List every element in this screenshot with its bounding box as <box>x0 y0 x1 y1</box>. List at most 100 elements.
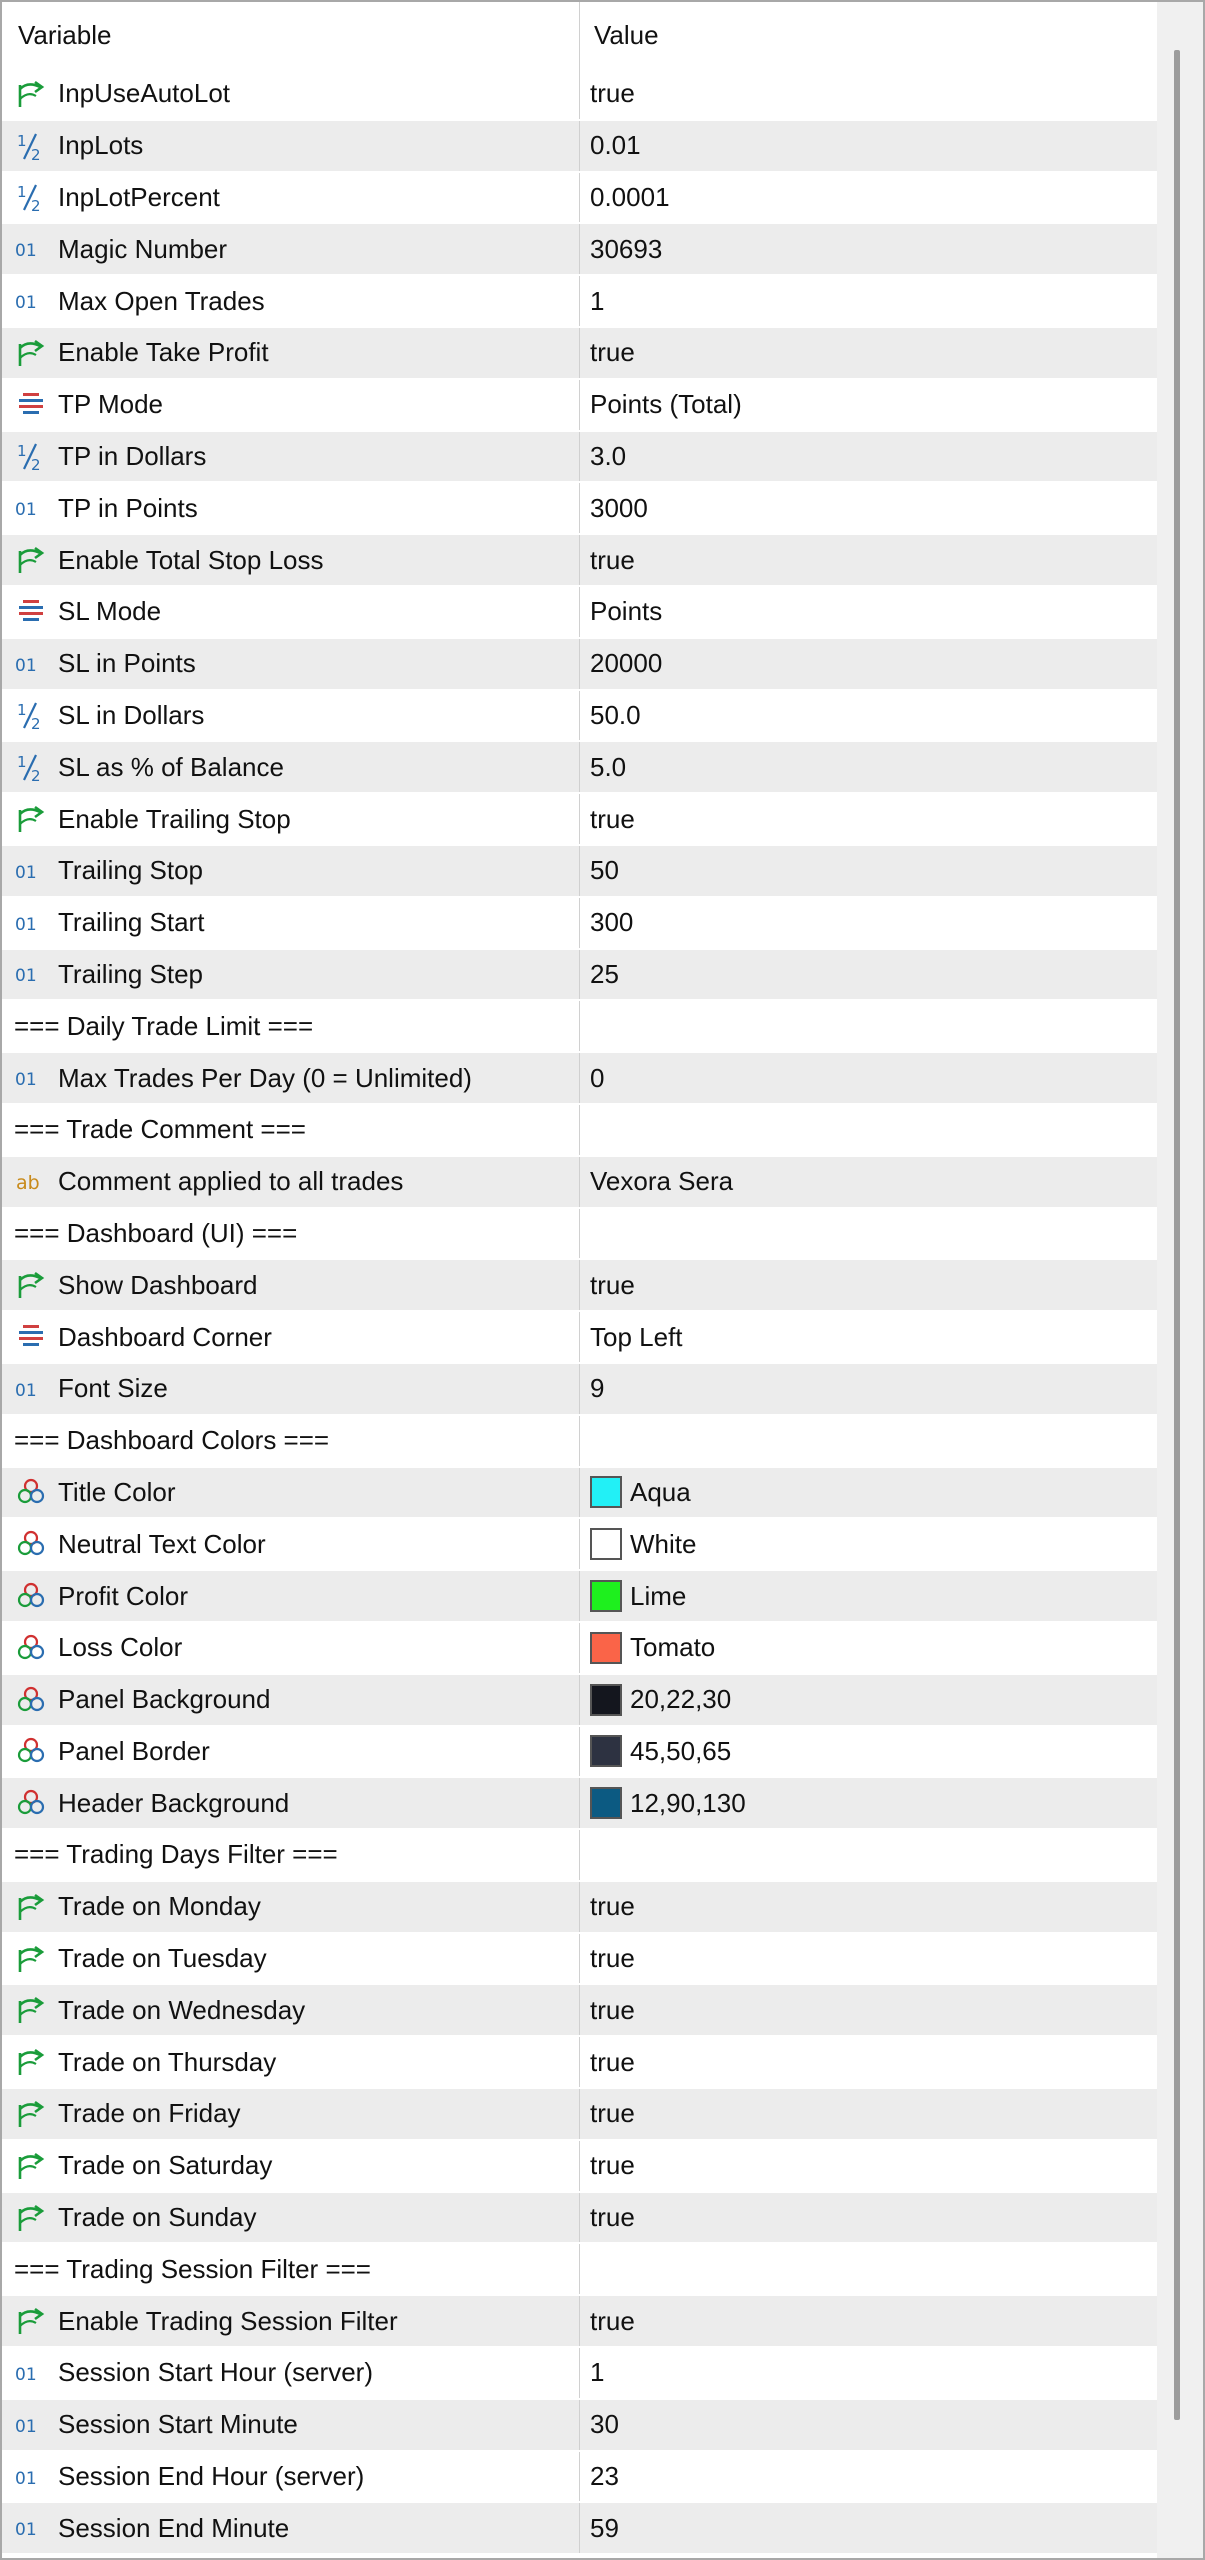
table-row[interactable]: Enable Total Stop Loss true <box>2 535 1157 587</box>
column-header-variable[interactable]: Variable <box>2 2 580 69</box>
value-cell[interactable]: 50 <box>580 846 1157 896</box>
half-fraction-icon: 12 <box>12 436 50 476</box>
separator-row[interactable]: === Daily Trade Limit === <box>2 1001 1157 1054</box>
table-row[interactable]: Show Dashboard true <box>2 1260 1157 1313</box>
value-cell[interactable]: true <box>580 2193 1157 2243</box>
table-row[interactable]: Dashboard Corner Top Left <box>2 1312 1157 1364</box>
value-cell[interactable]: 45,50,65 <box>580 1727 1157 1777</box>
half-fraction-icon: 12 <box>12 177 50 217</box>
table-row[interactable]: Loss Color Tomato <box>2 1622 1157 1675</box>
table-row[interactable]: Trade on Friday true <box>2 2089 1157 2141</box>
value-cell[interactable]: 12,90,130 <box>580 1778 1157 1828</box>
value-cell[interactable]: 30693 <box>580 224 1157 274</box>
table-row[interactable]: 01 Max Open Trades 1 <box>2 276 1157 328</box>
table-row[interactable]: 01 Session End Minute 59 <box>2 2503 1157 2556</box>
value-cell[interactable]: 0.0001 <box>580 173 1157 223</box>
table-row[interactable]: 01 Trailing Step 25 <box>2 949 1157 1002</box>
table-row[interactable]: SL Mode Points <box>2 586 1157 639</box>
table-row[interactable]: 1 2 InpLots 0.01 <box>2 120 1157 173</box>
table-row[interactable]: 01 TP in Points 3000 <box>2 483 1157 536</box>
table-row[interactable]: 01 Trailing Start 300 <box>2 897 1157 950</box>
table-row[interactable]: 01 Session Start Hour (server) 1 <box>2 2348 1157 2400</box>
table-row[interactable]: 01 Session End Hour (server) 23 <box>2 2451 1157 2504</box>
table-row[interactable]: Trade on Thursday true <box>2 2037 1157 2090</box>
variable-cell: 1 2 SL in Dollars <box>2 690 580 741</box>
value-cell[interactable]: true <box>580 1260 1157 1310</box>
table-row[interactable]: ab Comment applied to all trades Vexora Se… <box>2 1156 1157 1209</box>
table-row[interactable]: Panel Background 20,22,30 <box>2 1674 1157 1727</box>
value-cell[interactable]: 300 <box>580 898 1157 948</box>
value-cell[interactable]: 9 <box>580 1364 1157 1414</box>
value-cell[interactable]: true <box>580 69 1157 119</box>
table-row[interactable]: Enable Trading Session Filter true <box>2 2296 1157 2349</box>
value-cell[interactable]: 20,22,30 <box>580 1675 1157 1725</box>
value-cell[interactable]: 0 <box>580 1053 1157 1103</box>
value-cell[interactable]: 0.01 <box>580 121 1157 171</box>
value-cell[interactable]: Vexora Sera <box>580 1157 1157 1207</box>
table-row[interactable]: Trade on Sunday true <box>2 2192 1157 2245</box>
value-cell[interactable]: Points (Total) <box>580 380 1157 430</box>
table-row[interactable]: TP Mode Points (Total) <box>2 379 1157 432</box>
value-cell[interactable]: White <box>580 1519 1157 1569</box>
table-row[interactable]: Trade on Wednesday true <box>2 1985 1157 2038</box>
table-row[interactable]: 1 2 TP in Dollars 3.0 <box>2 431 1157 484</box>
scrollbar-thumb[interactable] <box>1174 50 1180 2420</box>
table-row[interactable]: Profit Color Lime <box>2 1571 1157 1623</box>
column-header-value[interactable]: Value <box>580 2 1157 69</box>
table-row[interactable]: 01 SL in Points 20000 <box>2 638 1157 691</box>
value-cell <box>580 1105 1157 1155</box>
table-row[interactable]: InpUseAutoLot true <box>2 69 1157 121</box>
table-row[interactable]: 1 2 InpLotPercent 0.0001 <box>2 172 1157 225</box>
value-cell[interactable]: true <box>580 328 1157 378</box>
value-cell[interactable]: true <box>580 1934 1157 1984</box>
value-cell[interactable]: Points <box>580 587 1157 637</box>
table-row[interactable]: Enable Trailing Stop true <box>2 794 1157 846</box>
separator-row[interactable]: === Dashboard (UI) === <box>2 1208 1157 1261</box>
value-cell[interactable]: 3.0 <box>580 432 1157 482</box>
table-row[interactable]: Neutral Text Color White <box>2 1519 1157 1572</box>
value-cell[interactable]: true <box>580 2089 1157 2139</box>
table-row[interactable]: Title Color Aqua <box>2 1467 1157 1520</box>
table-row[interactable]: Trade on Monday true <box>2 1881 1157 1934</box>
table-row[interactable]: Enable Take Profit true <box>2 327 1157 380</box>
value-cell[interactable]: 23 <box>580 2452 1157 2502</box>
bool-arrow-icon <box>12 74 50 114</box>
table-row[interactable]: Trade on Saturday true <box>2 2140 1157 2193</box>
value-cell[interactable]: 1 <box>580 276 1157 326</box>
value-cell[interactable]: Tomato <box>580 1623 1157 1673</box>
value-cell[interactable]: true <box>580 2141 1157 2191</box>
separator-row[interactable]: === Trading Days Filter === <box>2 1830 1157 1882</box>
table-row[interactable]: 01 Session Start Minute 30 <box>2 2399 1157 2452</box>
table-row[interactable]: Header Background 12,90,130 <box>2 1778 1157 1831</box>
value-cell[interactable]: 3000 <box>580 483 1157 533</box>
value-cell[interactable]: 30 <box>580 2400 1157 2450</box>
table-row[interactable]: 1 2 SL in Dollars 50.0 <box>2 690 1157 743</box>
value-cell[interactable]: true <box>580 535 1157 585</box>
table-row[interactable]: 01 Magic Number 30693 <box>2 224 1157 277</box>
value-cell[interactable]: Top Left <box>580 1312 1157 1362</box>
value-cell[interactable]: true <box>580 1985 1157 2035</box>
value-cell[interactable]: true <box>580 794 1157 844</box>
value-cell[interactable]: Lime <box>580 1571 1157 1621</box>
table-row[interactable]: 01 Trailing Stop 50 <box>2 845 1157 898</box>
table-row[interactable]: Panel Border 45,50,65 <box>2 1726 1157 1779</box>
separator-row[interactable]: === Dashboard Colors === <box>2 1415 1157 1468</box>
value-cell[interactable]: 25 <box>580 950 1157 1000</box>
value-cell[interactable]: true <box>580 2037 1157 2087</box>
value-cell[interactable]: 59 <box>580 2503 1157 2553</box>
value-cell[interactable]: Aqua <box>580 1468 1157 1518</box>
value-cell[interactable]: 50.0 <box>580 691 1157 741</box>
vertical-scrollbar[interactable] <box>1157 2 1203 2558</box>
value-cell[interactable]: 1 <box>580 2348 1157 2398</box>
separator-row[interactable]: === Trade Comment === <box>2 1104 1157 1157</box>
value-cell[interactable]: true <box>580 1882 1157 1932</box>
value-cell[interactable]: true <box>580 2296 1157 2346</box>
table-row[interactable]: 01 Max Trades Per Day (0 = Unlimited) 0 <box>2 1053 1157 1105</box>
table-row[interactable]: 01 Font Size 9 <box>2 1363 1157 1416</box>
value-cell[interactable]: 5.0 <box>580 742 1157 792</box>
separator-row[interactable]: === Trading Session Filter === <box>2 2244 1157 2297</box>
table-row[interactable]: Trade on Tuesday true <box>2 1933 1157 1986</box>
value-cell[interactable]: 20000 <box>580 639 1157 689</box>
table-row[interactable]: 1 2 SL as % of Balance 5.0 <box>2 742 1157 795</box>
variable-name: Magic Number <box>58 233 228 264</box>
